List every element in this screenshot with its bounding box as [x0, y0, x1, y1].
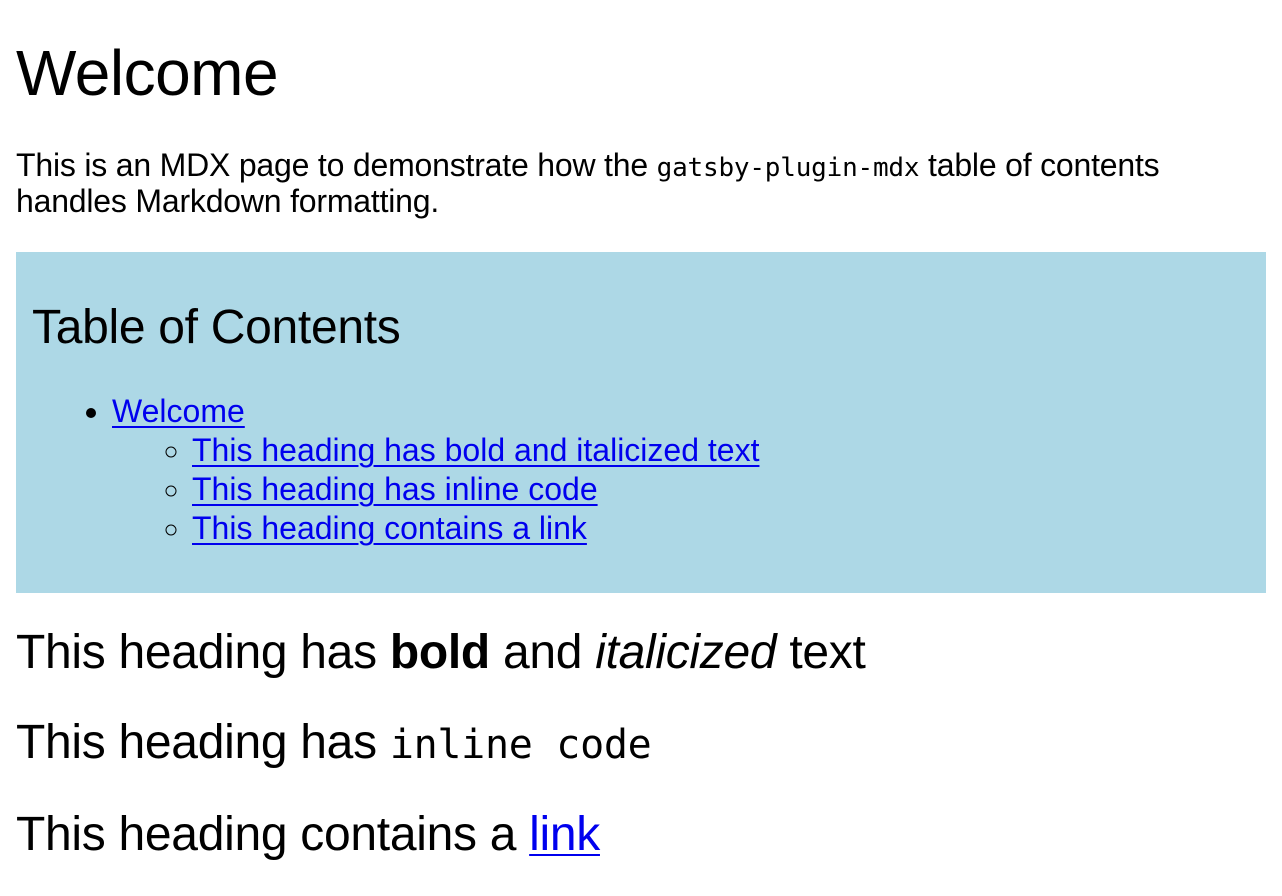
mdx-page: Welcome This is an MDX page to demonstra…: [0, 0, 1282, 863]
heading-link[interactable]: link: [529, 808, 600, 861]
toc-list: Welcome This heading has bold and italic…: [32, 392, 1250, 548]
heading-contains-link: This heading contains a link: [16, 807, 1266, 863]
heading-bold-italic-prefix: This heading has: [16, 626, 390, 679]
heading-inline-code-code: inline code: [389, 722, 652, 768]
intro-text-before: This is an MDX page to demonstrate how t…: [16, 147, 657, 183]
toc-link-welcome[interactable]: Welcome: [112, 393, 245, 429]
toc-heading: Table of Contents: [32, 301, 401, 354]
heading-bold-italic-suffix: text: [776, 626, 866, 679]
toc-item-bold-italic: This heading has bold and italicized tex…: [192, 431, 1250, 470]
toc-link-bold-italic[interactable]: This heading has bold and italicized tex…: [192, 432, 759, 468]
heading-bold-text: bold: [389, 626, 490, 679]
toc-item-inline-code: This heading has inline code: [192, 470, 1250, 509]
heading-contains-link-prefix: This heading contains a: [16, 808, 530, 861]
intro-paragraph: This is an MDX page to demonstrate how t…: [16, 149, 1266, 218]
heading-inline-code: This heading has inline code: [16, 715, 1266, 773]
toc-item-contains-link: This heading contains a link: [192, 509, 1250, 548]
toc-link-inline-code[interactable]: This heading has inline code: [192, 471, 598, 507]
toc-item-welcome: Welcome This heading has bold and italic…: [112, 392, 1250, 548]
toc-sublist: This heading has bold and italicized tex…: [112, 431, 1250, 548]
table-of-contents: Table of Contents Welcome This heading h…: [16, 252, 1266, 593]
heading-bold-italic-middle: and: [489, 626, 596, 679]
heading-bold-italic: This heading has bold and italicized tex…: [16, 625, 1266, 681]
toc-link-contains-link[interactable]: This heading contains a link: [192, 510, 587, 546]
heading-italic-text: italicized: [595, 626, 777, 679]
page-title: Welcome: [16, 37, 279, 109]
heading-inline-code-prefix: This heading has: [16, 716, 390, 769]
intro-inline-code: gatsby-plugin-mdx: [656, 153, 920, 183]
